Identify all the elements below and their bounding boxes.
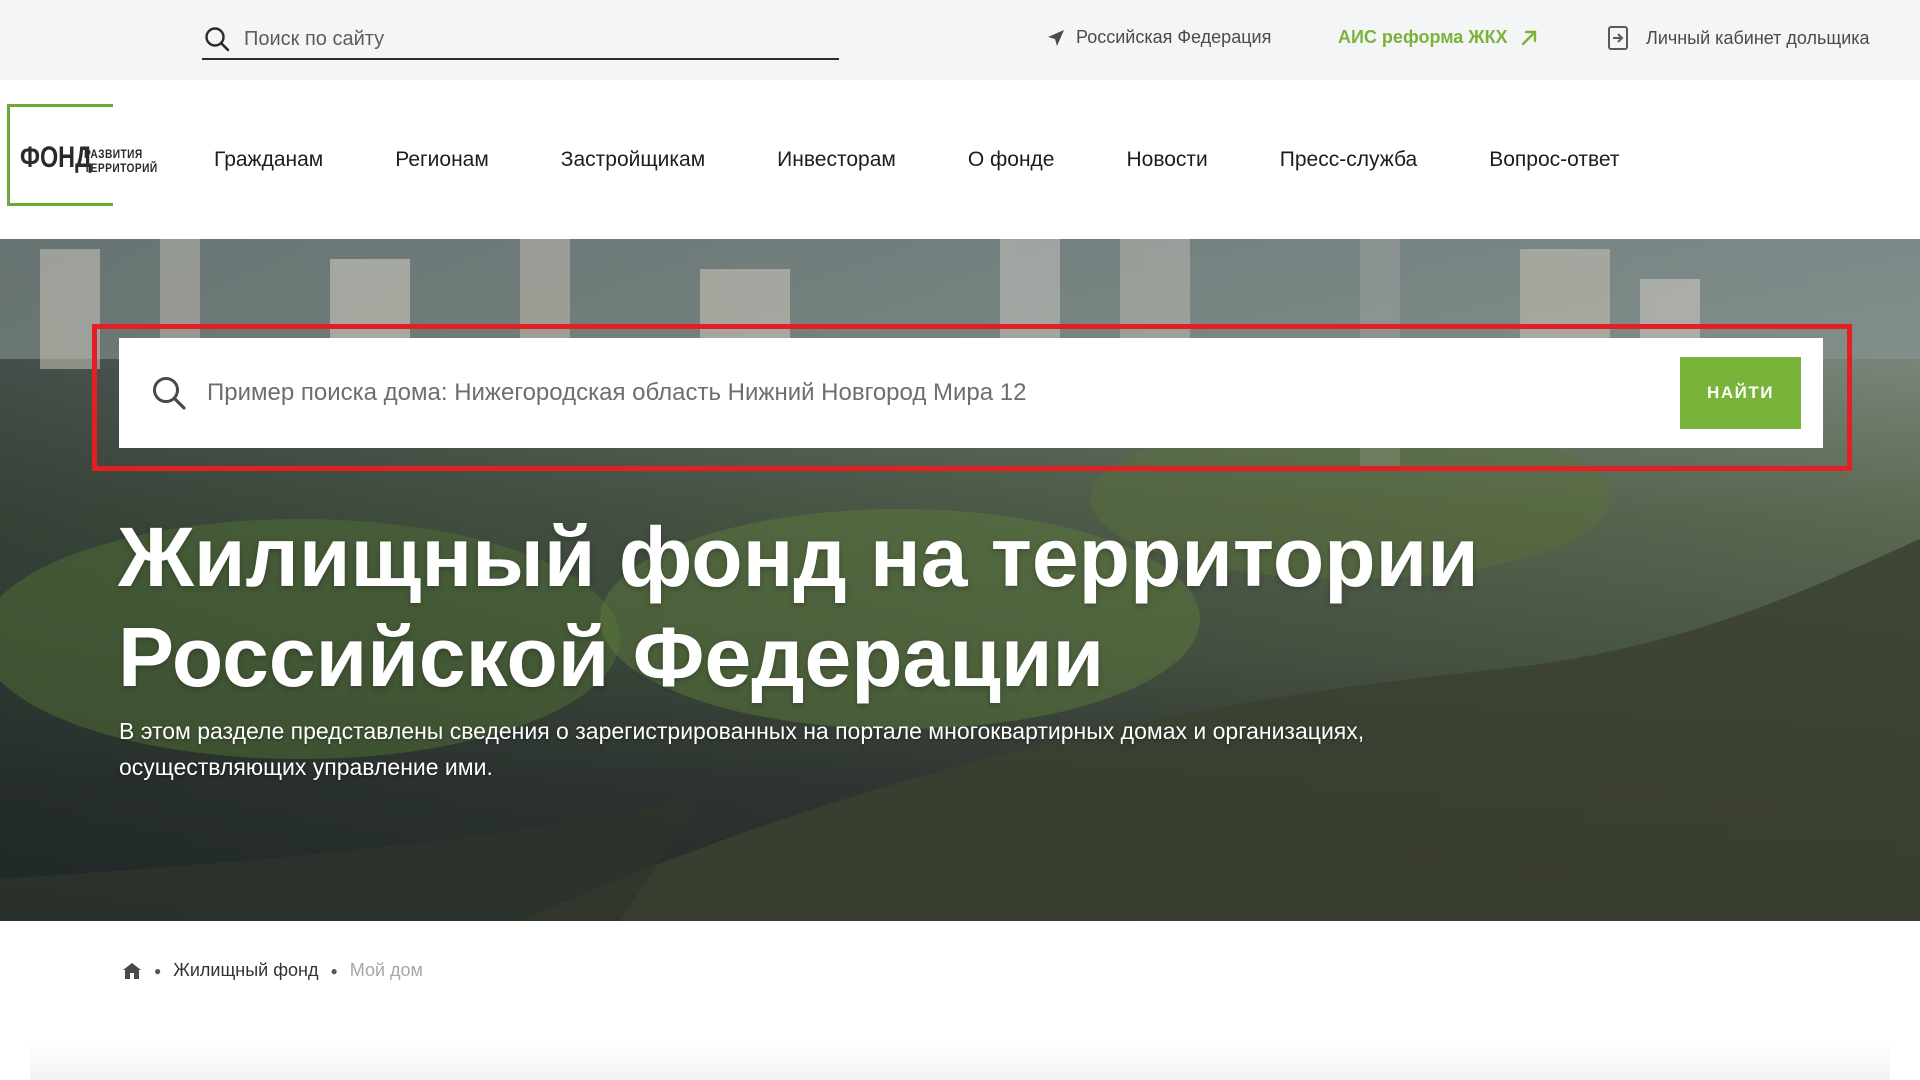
hero-description: В этом разделе представлены сведения о з…	[119, 718, 1365, 780]
house-search-input[interactable]	[207, 379, 1407, 407]
logo-sub-line1: РАЗВИТИЯ	[84, 147, 143, 161]
site-search	[202, 20, 839, 60]
region-selector[interactable]: Российская Федерация	[1046, 27, 1271, 48]
site-search-input[interactable]	[244, 27, 804, 51]
house-search-box: НАЙТИ	[119, 338, 1823, 448]
breadcrumb: ● Жилищный фонд ● Мой дом	[122, 960, 423, 981]
nav-item-about[interactable]: О фонде	[968, 148, 1055, 172]
nav-item-developers[interactable]: Застройщикам	[561, 148, 705, 172]
main-header: ФОНД РАЗВИТИЯ ТЕРРИТОРИЙ Гражданам Регио…	[0, 80, 1920, 239]
region-label: Российская Федерация	[1076, 27, 1272, 47]
logo-sub-text: РАЗВИТИЯ ТЕРРИТОРИЙ	[84, 147, 158, 175]
nav-item-press[interactable]: Пресс-служба	[1280, 148, 1417, 172]
content-card-edge	[30, 1040, 1890, 1080]
nav-item-regions[interactable]: Регионам	[395, 148, 489, 172]
breadcrumb-item-current: Мой дом	[349, 960, 423, 980]
find-button[interactable]: НАЙТИ	[1680, 357, 1801, 429]
hero-section: НАЙТИ Жилищный фонд на территории Россий…	[0, 239, 1920, 921]
main-nav: Гражданам Регионам Застройщикам Инвестор…	[214, 80, 1691, 239]
nav-item-investors[interactable]: Инвесторам	[777, 148, 896, 172]
cabinet-link[interactable]: Личный кабинет дольщика	[1606, 25, 1870, 51]
home-icon[interactable]	[122, 962, 142, 980]
cabinet-label: Личный кабинет дольщика	[1646, 27, 1870, 48]
location-arrow-icon	[1048, 29, 1064, 46]
page-title: Жилищный фонд на территории Российской Ф…	[118, 507, 1518, 707]
search-icon	[153, 377, 186, 410]
ais-link[interactable]: АИС реформа ЖКХ	[1338, 27, 1538, 48]
nav-item-citizens[interactable]: Гражданам	[214, 148, 323, 172]
breadcrumb-separator: ●	[330, 963, 338, 978]
top-utility-bar: Российская Федерация АИС реформа ЖКХ Лич…	[0, 0, 1920, 80]
page-title-line2: Российской Федерации	[118, 610, 1105, 704]
breadcrumb-item-housing[interactable]: Жилищный фонд	[173, 960, 318, 981]
nav-item-news[interactable]: Новости	[1126, 148, 1207, 172]
logo[interactable]: ФОНД РАЗВИТИЯ ТЕРРИТОРИЙ	[7, 104, 157, 206]
search-icon[interactable]	[204, 26, 230, 52]
logo-sub-line2: ТЕРРИТОРИЙ	[84, 161, 158, 175]
logo-main-text: ФОНД	[20, 141, 92, 174]
page-title-line1: Жилищный фонд на территории	[118, 510, 1479, 604]
nav-item-faq[interactable]: Вопрос-ответ	[1489, 148, 1619, 172]
external-arrow-icon	[1521, 30, 1536, 45]
ais-label: АИС реформа ЖКХ	[1338, 27, 1508, 47]
login-icon	[1608, 26, 1628, 50]
breadcrumb-separator: ●	[154, 963, 162, 978]
